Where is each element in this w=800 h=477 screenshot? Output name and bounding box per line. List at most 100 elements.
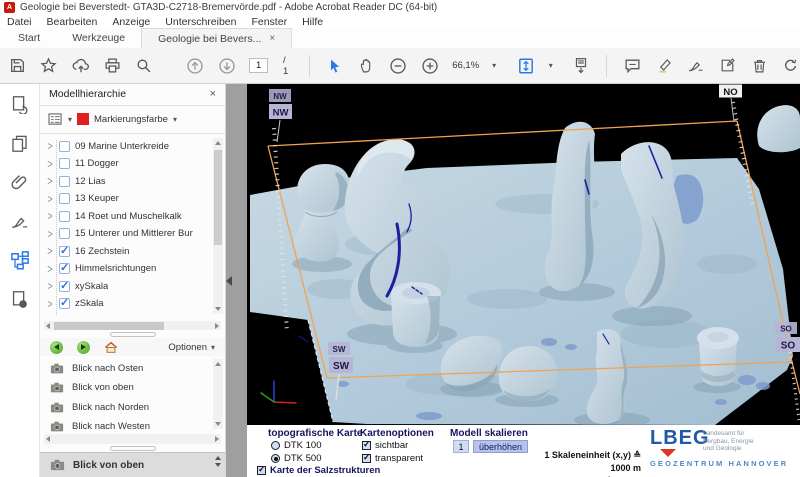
page-thumbnails-icon[interactable] (9, 132, 31, 154)
tree-item[interactable]: >12 Lias (46, 173, 225, 191)
views-horizontal-scrollbar[interactable] (44, 434, 221, 444)
tree-options-caret-icon[interactable]: ▾ (68, 115, 72, 124)
zoom-caret-icon[interactable]: ▾ (492, 61, 496, 70)
tree-item[interactable]: >13 Keuper (46, 190, 225, 208)
current-view-selector[interactable]: Blick von oben (40, 452, 225, 477)
next-view-icon[interactable] (77, 341, 90, 354)
search-icon[interactable] (134, 56, 153, 76)
tree-item[interactable]: >zSkala (46, 295, 225, 313)
expand-chevron-icon[interactable]: > (46, 280, 54, 293)
export-pdf-icon[interactable] (9, 93, 31, 115)
views-options[interactable]: Optionen▾ (168, 342, 215, 353)
salt-structures-checkbox-row[interactable]: Karte der Salzstrukturen (257, 465, 380, 476)
zoom-in-icon[interactable] (421, 56, 440, 76)
tree-item[interactable]: >11 Dogger (46, 155, 225, 173)
scroll-mode-icon[interactable] (572, 56, 591, 76)
views-splitter[interactable] (40, 444, 225, 452)
tab-close-icon[interactable]: × (269, 33, 275, 44)
stamp-edit-icon[interactable] (718, 56, 737, 76)
radio-dtk100-icon[interactable] (271, 441, 280, 450)
panel-close-icon[interactable]: × (210, 88, 216, 100)
zoom-out-icon[interactable] (389, 56, 408, 76)
view-spinner[interactable] (215, 456, 221, 467)
next-page-icon[interactable] (218, 56, 237, 76)
visible-checkbox-row[interactable]: sichtbar (362, 440, 408, 451)
save-icon[interactable] (8, 56, 27, 76)
expand-chevron-icon[interactable]: > (46, 262, 54, 275)
rotate-icon[interactable] (781, 56, 800, 76)
select-cursor-icon[interactable] (326, 56, 345, 76)
marker-color-swatch[interactable] (77, 113, 89, 125)
tree-item[interactable]: >xySkala (46, 278, 225, 296)
visibility-checkbox[interactable] (59, 193, 70, 204)
tree-item[interactable]: >14 Roet und Muschelkalk (46, 208, 225, 226)
expand-chevron-icon[interactable]: > (46, 140, 54, 153)
previous-page-icon[interactable] (186, 56, 205, 76)
panel-splitter[interactable] (40, 330, 225, 338)
standards-info-icon[interactable]: i (9, 288, 31, 310)
tree-item[interactable]: >09 Marine Unterkreide (46, 138, 225, 156)
page-display-caret-icon[interactable]: ▾ (549, 61, 553, 70)
attachments-icon[interactable] (9, 171, 31, 193)
expand-chevron-icon[interactable]: > (46, 297, 54, 310)
zoom-level[interactable]: 66,1% (452, 60, 479, 71)
panel-collapse-icon[interactable] (226, 276, 232, 286)
tree-vertical-scrollbar[interactable] (213, 138, 223, 314)
visibility-checkbox[interactable] (59, 281, 70, 292)
menu-fenster[interactable]: Fenster (251, 16, 287, 28)
cloud-upload-icon[interactable] (71, 56, 90, 76)
marker-color-label[interactable]: Markierungsfarbe (94, 114, 168, 125)
salt-structures-checkbox[interactable] (257, 466, 266, 475)
radio-dtk100[interactable]: DTK 100 (271, 440, 322, 451)
hand-tool-icon[interactable] (357, 56, 376, 76)
expand-chevron-icon[interactable]: > (46, 245, 54, 258)
transparent-checkbox-row[interactable]: transparent (362, 453, 423, 464)
comment-icon[interactable] (623, 56, 642, 76)
visibility-checkbox[interactable] (59, 298, 70, 309)
3d-canvas[interactable]: NW NW NO SW SW SO SO (247, 84, 800, 425)
view-item[interactable]: Blick von oben (50, 378, 225, 398)
menu-datei[interactable]: Datei (7, 16, 32, 28)
visibility-checkbox[interactable] (59, 211, 70, 222)
expand-chevron-icon[interactable]: > (46, 192, 54, 205)
visible-checkbox[interactable] (362, 441, 371, 450)
views-vertical-scrollbar[interactable] (213, 359, 223, 429)
tree-item[interactable]: >15 Unterer und Mittlerer Bur (46, 225, 225, 243)
delete-icon[interactable] (750, 56, 769, 76)
marker-color-caret-icon[interactable]: ▾ (173, 115, 177, 124)
visibility-checkbox[interactable] (59, 141, 70, 152)
visibility-checkbox[interactable] (59, 176, 70, 187)
page-display-icon[interactable] (517, 56, 536, 76)
menu-hilfe[interactable]: Hilfe (302, 16, 323, 28)
tree-horizontal-scrollbar[interactable] (44, 321, 221, 331)
radio-dtk500[interactable]: DTK 500 (271, 453, 322, 464)
visibility-checkbox[interactable] (59, 263, 70, 274)
view-item[interactable]: Blick nach Norden (50, 397, 225, 417)
menu-anzeige[interactable]: Anzeige (112, 16, 150, 28)
home-view-icon[interactable] (104, 341, 118, 354)
tab-werkzeuge[interactable]: Werkzeuge (56, 28, 141, 48)
tree-item[interactable]: >16 Zechstein (46, 243, 225, 261)
visibility-checkbox[interactable] (59, 246, 70, 257)
model-tree-icon[interactable] (9, 249, 31, 271)
print-icon[interactable] (103, 56, 122, 76)
expand-chevron-icon[interactable]: > (46, 175, 54, 188)
radio-dtk500-icon[interactable] (271, 454, 280, 463)
view-item[interactable]: Blick nach Osten (50, 358, 225, 378)
signatures-icon[interactable] (9, 210, 31, 232)
tab-start[interactable]: Start (2, 28, 56, 48)
previous-view-icon[interactable] (50, 341, 63, 354)
exaggerate-button[interactable]: überhöhen (473, 440, 528, 453)
tree-item[interactable]: >Himmelsrichtungen (46, 260, 225, 278)
expand-chevron-icon[interactable]: > (46, 157, 54, 170)
visibility-checkbox[interactable] (59, 228, 70, 239)
menu-bearbeiten[interactable]: Bearbeiten (47, 16, 98, 28)
expand-chevron-icon[interactable]: > (46, 227, 54, 240)
visibility-checkbox[interactable] (59, 158, 70, 169)
transparent-checkbox[interactable] (362, 454, 371, 463)
expand-chevron-icon[interactable]: > (46, 210, 54, 223)
highlighter-icon[interactable] (655, 56, 674, 76)
scale-factor-input[interactable]: 1 (453, 440, 469, 453)
fill-sign-icon[interactable] (687, 56, 706, 76)
star-icon[interactable] (40, 56, 59, 76)
